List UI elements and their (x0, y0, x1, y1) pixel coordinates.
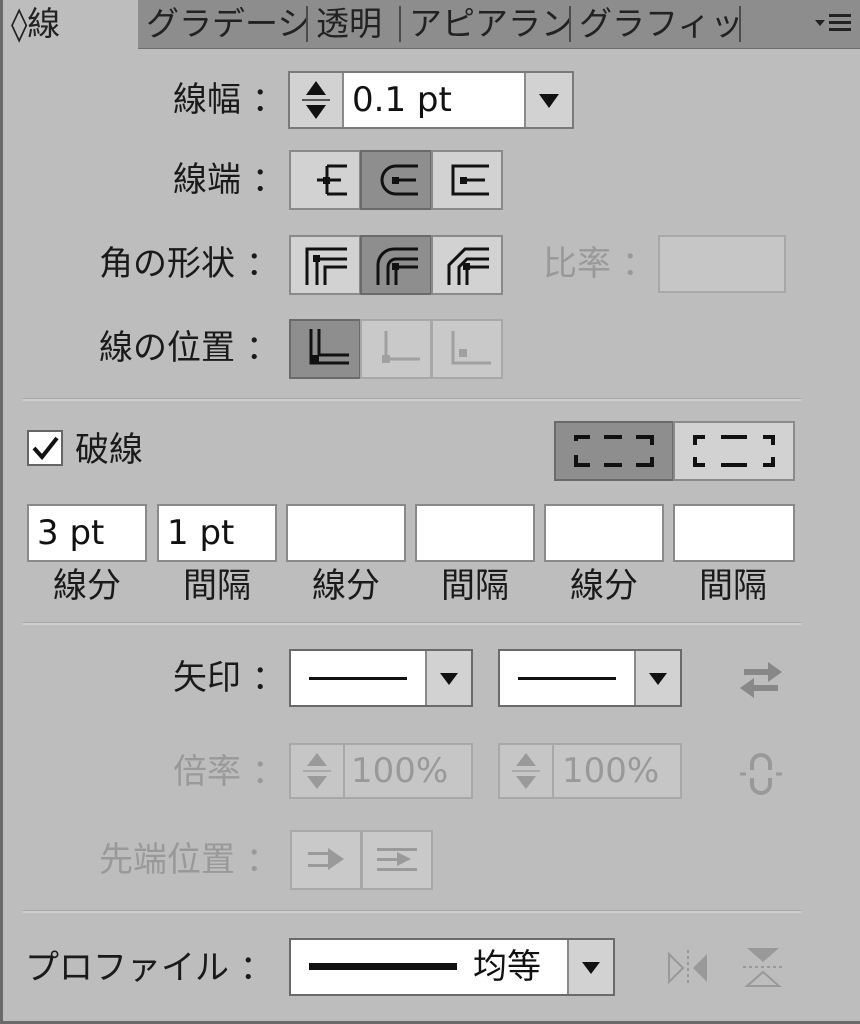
round-cap-button[interactable] (360, 150, 432, 210)
chevron-down-icon (582, 962, 600, 974)
gap-1-caption: 間隔 (183, 566, 251, 606)
end-scale-control[interactable]: 100% (498, 743, 682, 799)
start-arrowhead-select[interactable] (289, 649, 473, 707)
align-outside-button[interactable] (431, 319, 503, 379)
stroke-weight-control: 0.1 pt (288, 71, 574, 129)
miter-limit-label: 比率 ： (543, 244, 656, 284)
start-scale-control[interactable]: 100% (289, 743, 473, 799)
stepper-icon (512, 753, 540, 789)
gap-3-caption: 間隔 (699, 566, 767, 606)
dash-2-caption: 線分 (312, 566, 380, 606)
stroke-weight-label: 線幅 ： (173, 80, 286, 120)
projecting-cap-icon (451, 164, 489, 196)
align-stroke-label: 線の位置 ： (99, 328, 280, 368)
dashed-line-label: 破線 (75, 430, 143, 470)
tab-transparency-label: 透明 (316, 4, 382, 43)
arrow-tip-at-end-icon (377, 848, 417, 871)
dash-2-input[interactable] (286, 504, 406, 562)
miter-join-button[interactable] (289, 235, 361, 295)
arrow-tip-beyond-button[interactable] (290, 830, 362, 890)
bevel-join-button[interactable] (431, 235, 503, 295)
tab-appearance-label: アピアランフ (409, 4, 571, 43)
butt-cap-button[interactable] (289, 150, 361, 210)
scale-label: 倍率 ： (173, 752, 286, 792)
uniform-profile-preview (309, 963, 457, 970)
divider (23, 622, 801, 625)
corner-label: 角の形状 ： (99, 244, 280, 284)
stroke-weight-value: 0.1 pt (352, 80, 452, 120)
arrowhead-none-preview (309, 677, 407, 680)
miter-join-icon (305, 247, 347, 285)
align-outside-icon (451, 331, 491, 365)
tab-appearance[interactable]: アピアランフ (401, 0, 571, 48)
flip-along-icon[interactable] (665, 948, 711, 988)
end-scale-value: 100% (562, 751, 660, 791)
align-center-button[interactable] (289, 319, 361, 379)
dash-exact-button[interactable] (554, 421, 674, 481)
dash-1-caption: 線分 (53, 566, 121, 606)
dash-1-input[interactable]: 3 pt (27, 504, 147, 562)
gap-1-input[interactable]: 1 pt (157, 504, 277, 562)
stepper-icon (303, 753, 331, 789)
arrowheads-label: 矢印 ： (173, 658, 286, 698)
profile-label: プロファイル ： (25, 948, 274, 988)
dash-3-input[interactable] (544, 504, 664, 562)
dash-exact-icon (574, 435, 654, 467)
width-profile-value: 均等 (473, 947, 541, 987)
start-scale-value: 100% (351, 751, 449, 791)
swap-arrowheads-icon[interactable] (738, 660, 784, 700)
divider (23, 398, 801, 401)
align-inside-button[interactable] (360, 319, 432, 379)
arrow-tip-beyond-icon (308, 848, 344, 870)
stroke-weight-dropdown[interactable] (524, 73, 572, 127)
gap-2-input[interactable] (415, 504, 535, 562)
projecting-cap-button[interactable] (431, 150, 503, 210)
miter-limit-input[interactable] (658, 235, 786, 293)
tab-stroke[interactable]: ◊線 (3, 0, 138, 49)
gap-3-input[interactable] (673, 504, 795, 562)
arrowhead-none-preview (518, 677, 616, 680)
round-join-button[interactable] (360, 235, 432, 295)
arrow-tip-at-end-button[interactable] (361, 830, 433, 890)
end-arrowhead-select[interactable] (498, 649, 682, 707)
dashed-line-checkbox[interactable] (27, 430, 63, 466)
tab-gradient-label: グラデーシ (146, 4, 308, 43)
align-center-icon (309, 329, 349, 365)
dash-align-corners-icon (693, 435, 775, 467)
tab-graphic-styles-label: グラフィック (579, 4, 741, 43)
panel-menu-icon[interactable] (813, 10, 853, 38)
dash-align-corners-button[interactable] (673, 421, 795, 481)
chevron-down-icon (649, 673, 667, 685)
tab-stroke-label: ◊線 (11, 4, 61, 43)
stroke-panel: ◊線 グラデーシ 透明 アピアランフ グラフィック 線幅 ： (0, 0, 860, 1024)
tab-gradient[interactable]: グラデーシ (138, 0, 308, 48)
flip-across-icon[interactable] (741, 944, 785, 990)
cap-label: 線端 ： (173, 160, 286, 200)
divider (23, 910, 801, 913)
stroke-weight-input[interactable]: 0.1 pt (344, 73, 524, 127)
stroke-weight-stepper[interactable] (290, 73, 344, 127)
gap-2-caption: 間隔 (441, 566, 509, 606)
bevel-join-icon (447, 247, 489, 285)
round-join-icon (376, 247, 418, 285)
width-profile-select[interactable]: 均等 (289, 938, 615, 996)
checkmark-icon (32, 436, 59, 461)
align-inside-icon (382, 331, 420, 363)
round-cap-icon (380, 164, 418, 196)
panel-tab-bar: ◊線 グラデーシ 透明 アピアランフ グラフィック (3, 0, 860, 49)
chevron-down-icon (539, 94, 559, 108)
link-scale-icon[interactable] (738, 752, 784, 796)
arrow-align-label: 先端位置 ： (99, 840, 280, 880)
chevron-down-icon (440, 673, 458, 685)
dash-3-caption: 線分 (570, 566, 638, 606)
tab-transparency[interactable]: 透明 (308, 0, 401, 48)
tab-graphic-styles[interactable]: グラフィック (571, 0, 741, 48)
butt-cap-icon (317, 164, 347, 196)
